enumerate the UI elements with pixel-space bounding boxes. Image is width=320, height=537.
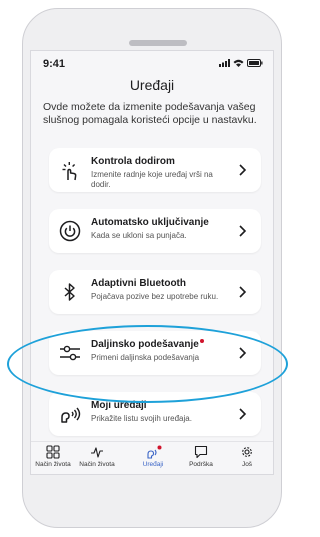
hearing-aid-icon <box>61 407 81 423</box>
grid-icon <box>46 445 60 459</box>
tab-lifestyle-2[interactable]: Način života <box>75 445 119 468</box>
card-subtitle: Prikažite listu svojih uređaja. <box>91 414 192 423</box>
touch-icon <box>62 162 77 181</box>
card-auto-power-on[interactable]: Automatsko uključivanje Kada se ukloni s… <box>49 209 261 253</box>
power-icon <box>59 220 81 242</box>
status-icons <box>219 59 263 67</box>
card-touch-control[interactable]: Kontrola dodirom Izmenite radnje koje ur… <box>49 148 261 192</box>
chevron-right-icon <box>239 408 247 420</box>
signal-icon <box>219 59 230 67</box>
chevron-right-icon <box>239 286 247 298</box>
app-screen: 9:41 Uređaji Ovde možete da izmenite pod… <box>30 50 274 475</box>
tab-bar: Način života Način života Uređaji Podršk… <box>31 441 273 474</box>
bluetooth-icon <box>64 283 75 301</box>
tab-lifestyle[interactable]: Način života <box>31 445 75 468</box>
tab-label: Uređaji <box>142 461 164 468</box>
highlight-ellipse <box>7 325 288 403</box>
chevron-right-icon <box>239 164 247 176</box>
tab-more[interactable]: Još <box>225 445 269 468</box>
card-subtitle: Kada se ukloni sa punjača. <box>91 231 187 240</box>
page-description: Ovde možete da izmenite podešavanja vaše… <box>43 101 257 126</box>
card-title: Kontrola dodirom <box>91 156 175 167</box>
gear-icon <box>242 447 252 457</box>
tab-devices[interactable]: Uređaji <box>131 445 175 468</box>
battery-icon <box>247 59 263 67</box>
devices-icon <box>147 445 162 459</box>
tab-label: Način života <box>35 461 71 468</box>
card-title: Adaptivni Bluetooth <box>91 278 186 289</box>
page-title: Uređaji <box>129 77 175 93</box>
card-title: Automatsko uključivanje <box>91 217 209 228</box>
wifi-icon <box>233 59 244 67</box>
status-bar: 9:41 <box>31 51 273 73</box>
card-subtitle: Pojačava pozive bez upotrebe ruku. <box>91 292 219 301</box>
phone-speaker <box>129 40 187 46</box>
tab-label: Način života <box>79 461 115 468</box>
card-subtitle: Izmenite radnje koje uređaj vrši na dodi… <box>91 170 213 189</box>
tab-label: Još <box>241 461 253 468</box>
chat-icon <box>194 445 208 459</box>
activity-icon <box>91 447 103 458</box>
tab-support[interactable]: Podrška <box>179 445 223 468</box>
card-adaptive-bluetooth[interactable]: Adaptivni Bluetooth Pojačava pozive bez … <box>49 270 261 314</box>
chevron-right-icon <box>239 225 247 237</box>
status-time: 9:41 <box>43 58 66 70</box>
tab-label: Podrška <box>189 461 213 468</box>
